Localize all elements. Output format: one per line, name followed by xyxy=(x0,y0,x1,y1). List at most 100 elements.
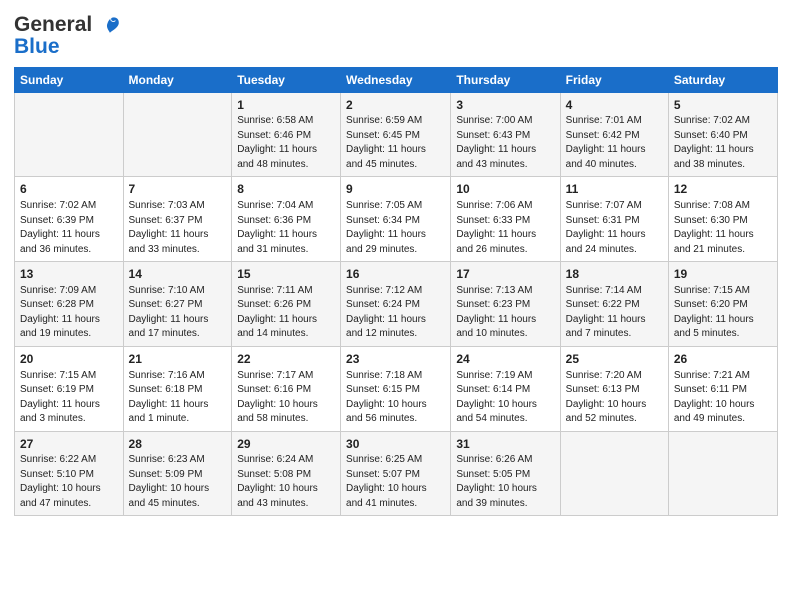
day-info: Sunrise: 7:15 AM Sunset: 6:19 PM Dayligh… xyxy=(20,369,118,427)
day-number: 11 xyxy=(566,181,663,198)
day-number: 8 xyxy=(237,181,335,198)
day-number: 28 xyxy=(129,436,227,453)
day-info: Sunrise: 7:08 AM Sunset: 6:30 PM Dayligh… xyxy=(674,199,772,257)
calendar-cell: 11Sunrise: 7:07 AM Sunset: 6:31 PM Dayli… xyxy=(560,177,668,262)
calendar-cell: 3Sunrise: 7:00 AM Sunset: 6:43 PM Daylig… xyxy=(451,92,560,177)
day-info: Sunrise: 6:24 AM Sunset: 5:08 PM Dayligh… xyxy=(237,453,335,511)
logo: General Blue xyxy=(14,14,122,59)
day-info: Sunrise: 7:20 AM Sunset: 6:13 PM Dayligh… xyxy=(566,369,663,427)
day-number: 4 xyxy=(566,97,663,114)
day-info: Sunrise: 7:15 AM Sunset: 6:20 PM Dayligh… xyxy=(674,284,772,342)
calendar-cell: 29Sunrise: 6:24 AM Sunset: 5:08 PM Dayli… xyxy=(232,431,341,516)
day-info: Sunrise: 7:04 AM Sunset: 6:36 PM Dayligh… xyxy=(237,199,335,257)
calendar-cell: 15Sunrise: 7:11 AM Sunset: 6:26 PM Dayli… xyxy=(232,262,341,347)
calendar-cell: 8Sunrise: 7:04 AM Sunset: 6:36 PM Daylig… xyxy=(232,177,341,262)
day-number: 30 xyxy=(346,436,445,453)
calendar-cell: 9Sunrise: 7:05 AM Sunset: 6:34 PM Daylig… xyxy=(341,177,451,262)
calendar-cell: 12Sunrise: 7:08 AM Sunset: 6:30 PM Dayli… xyxy=(668,177,777,262)
calendar-cell: 14Sunrise: 7:10 AM Sunset: 6:27 PM Dayli… xyxy=(123,262,232,347)
calendar-cell: 17Sunrise: 7:13 AM Sunset: 6:23 PM Dayli… xyxy=(451,262,560,347)
calendar-cell: 20Sunrise: 7:15 AM Sunset: 6:19 PM Dayli… xyxy=(15,346,124,431)
day-info: Sunrise: 6:22 AM Sunset: 5:10 PM Dayligh… xyxy=(20,453,118,511)
calendar-cell: 19Sunrise: 7:15 AM Sunset: 6:20 PM Dayli… xyxy=(668,262,777,347)
day-info: Sunrise: 7:17 AM Sunset: 6:16 PM Dayligh… xyxy=(237,369,335,427)
day-info: Sunrise: 7:11 AM Sunset: 6:26 PM Dayligh… xyxy=(237,284,335,342)
calendar-cell xyxy=(560,431,668,516)
day-number: 3 xyxy=(456,97,554,114)
day-info: Sunrise: 7:09 AM Sunset: 6:28 PM Dayligh… xyxy=(20,284,118,342)
day-info: Sunrise: 6:59 AM Sunset: 6:45 PM Dayligh… xyxy=(346,114,445,172)
weekday-header-monday: Monday xyxy=(123,67,232,92)
day-number: 2 xyxy=(346,97,445,114)
day-number: 12 xyxy=(674,181,772,198)
day-info: Sunrise: 7:19 AM Sunset: 6:14 PM Dayligh… xyxy=(456,369,554,427)
calendar-cell: 2Sunrise: 6:59 AM Sunset: 6:45 PM Daylig… xyxy=(341,92,451,177)
calendar: SundayMondayTuesdayWednesdayThursdayFrid… xyxy=(14,67,778,517)
calendar-cell xyxy=(668,431,777,516)
calendar-cell: 18Sunrise: 7:14 AM Sunset: 6:22 PM Dayli… xyxy=(560,262,668,347)
day-number: 29 xyxy=(237,436,335,453)
calendar-cell: 26Sunrise: 7:21 AM Sunset: 6:11 PM Dayli… xyxy=(668,346,777,431)
calendar-cell: 28Sunrise: 6:23 AM Sunset: 5:09 PM Dayli… xyxy=(123,431,232,516)
day-number: 25 xyxy=(566,351,663,368)
day-info: Sunrise: 7:01 AM Sunset: 6:42 PM Dayligh… xyxy=(566,114,663,172)
weekday-header-sunday: Sunday xyxy=(15,67,124,92)
logo-line1: General xyxy=(14,14,122,36)
day-info: Sunrise: 7:21 AM Sunset: 6:11 PM Dayligh… xyxy=(674,369,772,427)
weekday-header-wednesday: Wednesday xyxy=(341,67,451,92)
calendar-cell: 24Sunrise: 7:19 AM Sunset: 6:14 PM Dayli… xyxy=(451,346,560,431)
calendar-cell: 25Sunrise: 7:20 AM Sunset: 6:13 PM Dayli… xyxy=(560,346,668,431)
day-info: Sunrise: 7:02 AM Sunset: 6:39 PM Dayligh… xyxy=(20,199,118,257)
calendar-cell: 13Sunrise: 7:09 AM Sunset: 6:28 PM Dayli… xyxy=(15,262,124,347)
day-info: Sunrise: 7:02 AM Sunset: 6:40 PM Dayligh… xyxy=(674,114,772,172)
day-info: Sunrise: 7:12 AM Sunset: 6:24 PM Dayligh… xyxy=(346,284,445,342)
day-number: 15 xyxy=(237,266,335,283)
day-info: Sunrise: 7:06 AM Sunset: 6:33 PM Dayligh… xyxy=(456,199,554,257)
calendar-cell xyxy=(123,92,232,177)
day-info: Sunrise: 7:00 AM Sunset: 6:43 PM Dayligh… xyxy=(456,114,554,172)
day-number: 16 xyxy=(346,266,445,283)
day-number: 23 xyxy=(346,351,445,368)
calendar-cell: 16Sunrise: 7:12 AM Sunset: 6:24 PM Dayli… xyxy=(341,262,451,347)
calendar-cell: 31Sunrise: 6:26 AM Sunset: 5:05 PM Dayli… xyxy=(451,431,560,516)
weekday-header-friday: Friday xyxy=(560,67,668,92)
day-number: 24 xyxy=(456,351,554,368)
day-number: 7 xyxy=(129,181,227,198)
calendar-cell: 21Sunrise: 7:16 AM Sunset: 6:18 PM Dayli… xyxy=(123,346,232,431)
day-number: 6 xyxy=(20,181,118,198)
day-info: Sunrise: 7:16 AM Sunset: 6:18 PM Dayligh… xyxy=(129,369,227,427)
day-number: 5 xyxy=(674,97,772,114)
day-number: 31 xyxy=(456,436,554,453)
day-number: 26 xyxy=(674,351,772,368)
day-info: Sunrise: 7:13 AM Sunset: 6:23 PM Dayligh… xyxy=(456,284,554,342)
day-info: Sunrise: 7:18 AM Sunset: 6:15 PM Dayligh… xyxy=(346,369,445,427)
calendar-cell xyxy=(15,92,124,177)
day-number: 9 xyxy=(346,181,445,198)
day-info: Sunrise: 6:58 AM Sunset: 6:46 PM Dayligh… xyxy=(237,114,335,172)
calendar-cell: 27Sunrise: 6:22 AM Sunset: 5:10 PM Dayli… xyxy=(15,431,124,516)
day-number: 10 xyxy=(456,181,554,198)
day-number: 14 xyxy=(129,266,227,283)
day-info: Sunrise: 7:03 AM Sunset: 6:37 PM Dayligh… xyxy=(129,199,227,257)
weekday-header-saturday: Saturday xyxy=(668,67,777,92)
calendar-cell: 1Sunrise: 6:58 AM Sunset: 6:46 PM Daylig… xyxy=(232,92,341,177)
day-info: Sunrise: 6:26 AM Sunset: 5:05 PM Dayligh… xyxy=(456,453,554,511)
day-info: Sunrise: 7:14 AM Sunset: 6:22 PM Dayligh… xyxy=(566,284,663,342)
day-number: 1 xyxy=(237,97,335,114)
day-info: Sunrise: 7:10 AM Sunset: 6:27 PM Dayligh… xyxy=(129,284,227,342)
day-info: Sunrise: 6:23 AM Sunset: 5:09 PM Dayligh… xyxy=(129,453,227,511)
calendar-cell: 23Sunrise: 7:18 AM Sunset: 6:15 PM Dayli… xyxy=(341,346,451,431)
day-number: 21 xyxy=(129,351,227,368)
calendar-cell: 22Sunrise: 7:17 AM Sunset: 6:16 PM Dayli… xyxy=(232,346,341,431)
day-number: 20 xyxy=(20,351,118,368)
calendar-cell: 5Sunrise: 7:02 AM Sunset: 6:40 PM Daylig… xyxy=(668,92,777,177)
day-number: 22 xyxy=(237,351,335,368)
day-number: 27 xyxy=(20,436,118,453)
day-info: Sunrise: 6:25 AM Sunset: 5:07 PM Dayligh… xyxy=(346,453,445,511)
weekday-header-tuesday: Tuesday xyxy=(232,67,341,92)
day-info: Sunrise: 7:05 AM Sunset: 6:34 PM Dayligh… xyxy=(346,199,445,257)
day-info: Sunrise: 7:07 AM Sunset: 6:31 PM Dayligh… xyxy=(566,199,663,257)
calendar-cell: 10Sunrise: 7:06 AM Sunset: 6:33 PM Dayli… xyxy=(451,177,560,262)
calendar-cell: 6Sunrise: 7:02 AM Sunset: 6:39 PM Daylig… xyxy=(15,177,124,262)
day-number: 13 xyxy=(20,266,118,283)
